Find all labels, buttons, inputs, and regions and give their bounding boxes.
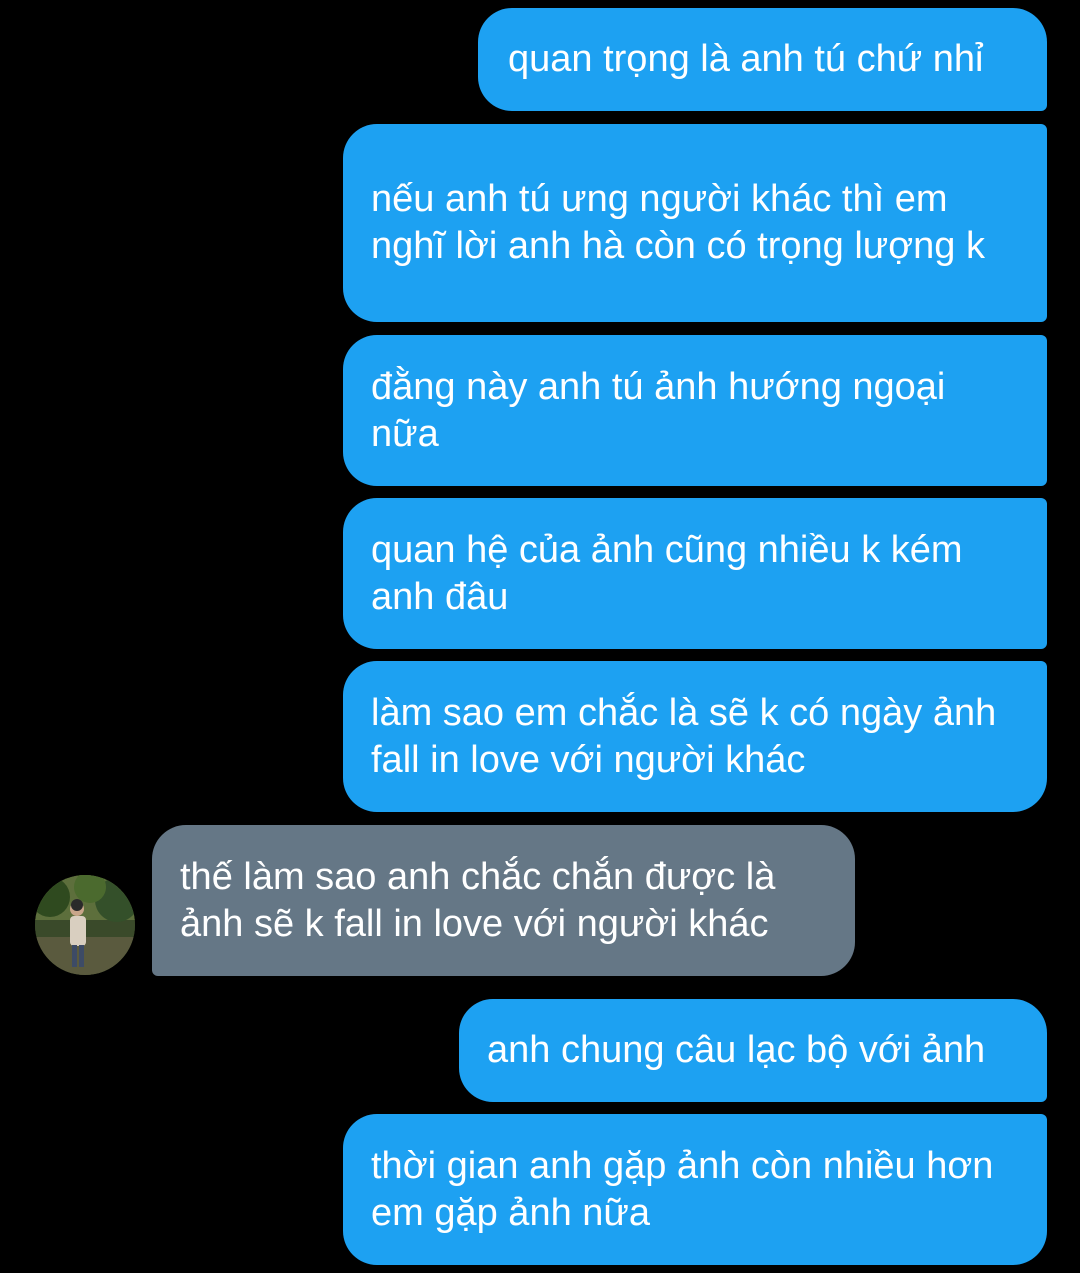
outgoing-message-bubble[interactable]: quan trọng là anh tú chứ nhỉ (478, 8, 1047, 111)
message-text: làm sao em chắc là sẽ k có ngày ảnh fall… (371, 691, 997, 781)
outgoing-message-bubble[interactable]: thời gian anh gặp ảnh còn nhiều hơn em g… (343, 1114, 1047, 1265)
outgoing-message-bubble[interactable]: quan hệ của ảnh cũng nhiều k kém anh đâu (343, 498, 1047, 649)
outgoing-message-bubble[interactable]: nếu anh tú ưng người khác thì em nghĩ lờ… (343, 124, 1047, 322)
outgoing-message-bubble[interactable]: đằng này anh tú ảnh hướng ngoại nữa (343, 335, 1047, 486)
incoming-message-bubble[interactable]: thế làm sao anh chắc chắn được là ảnh sẽ… (152, 825, 855, 976)
outgoing-message-bubble[interactable]: làm sao em chắc là sẽ k có ngày ảnh fall… (343, 661, 1047, 812)
message-text: thế làm sao anh chắc chắn được là ảnh sẽ… (180, 855, 776, 945)
user-avatar[interactable] (35, 875, 135, 975)
outgoing-message-bubble[interactable]: anh chung câu lạc bộ với ảnh (459, 999, 1047, 1102)
message-text: quan hệ của ảnh cũng nhiều k kém anh đâu (371, 528, 963, 618)
message-text: thời gian anh gặp ảnh còn nhiều hơn em g… (371, 1144, 994, 1234)
message-text: nếu anh tú ưng người khác thì em nghĩ lờ… (371, 178, 985, 267)
message-text: đằng này anh tú ảnh hướng ngoại nữa (371, 365, 946, 455)
message-text: quan trọng là anh tú chứ nhỉ (508, 38, 984, 80)
avatar-photo-icon (35, 875, 135, 975)
message-text: anh chung câu lạc bộ với ảnh (487, 1029, 986, 1071)
